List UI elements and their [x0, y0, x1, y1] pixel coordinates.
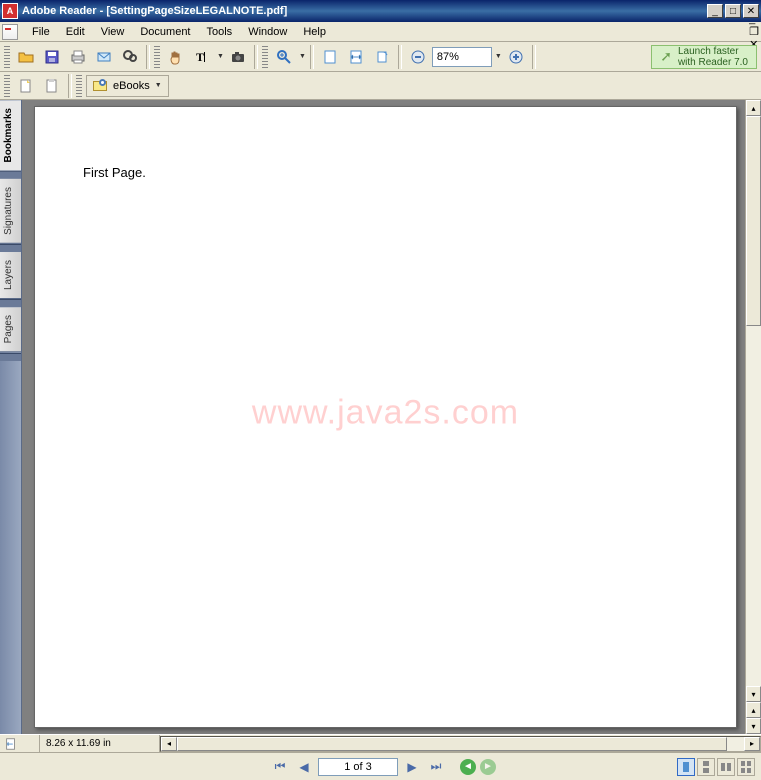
nav-back-button[interactable]: ◄ [460, 759, 476, 775]
nav-forward-button[interactable]: ► [480, 759, 496, 775]
scroll-track[interactable] [746, 116, 761, 686]
scroll-right-button[interactable]: ▸ [744, 737, 760, 751]
save-button[interactable] [40, 45, 64, 69]
continuous-view-button[interactable] [697, 758, 715, 776]
side-tab-bookmarks[interactable]: Bookmarks [0, 100, 21, 171]
page-size-text: 8.26 x 11.69 in [40, 735, 160, 752]
menu-bar: File Edit View Document Tools Window Hel… [0, 22, 761, 42]
ebooks-label: eBooks [113, 80, 150, 92]
promo-banner[interactable]: ➚ Launch fasterwith Reader 7.0 [651, 45, 757, 69]
menu-file[interactable]: File [24, 24, 58, 40]
last-page-button[interactable]: ⏭ [426, 757, 446, 777]
first-page-button[interactable]: ⏮ [270, 757, 290, 777]
next-page-button[interactable]: ▶ [402, 757, 422, 777]
pdf-page: First Page. www.java2s.com [34, 106, 737, 728]
side-tab-signatures[interactable]: Signatures [0, 179, 21, 244]
zoom-out-button[interactable] [406, 45, 430, 69]
mdi-restore-button[interactable]: ❐ [749, 25, 759, 38]
promo-text: Launch fasterwith Reader 7.0 [678, 46, 748, 68]
open-button[interactable] [14, 45, 38, 69]
toolbar-grip[interactable] [4, 75, 10, 97]
fit-width-button[interactable] [344, 45, 368, 69]
scroll-left-button[interactable]: ◂ [161, 737, 177, 751]
menu-window[interactable]: Window [240, 24, 295, 40]
single-page-view-button[interactable] [677, 758, 695, 776]
maximize-button[interactable]: □ [725, 4, 741, 18]
toolbar-grip[interactable] [262, 46, 268, 68]
mdi-minimize-button[interactable]: _ [749, 13, 759, 25]
info-bar: 8.26 x 11.69 in ◂ ▸ [0, 734, 761, 752]
vertical-scrollbar[interactable]: ▴ ▾ ▴ ▾ [745, 100, 761, 734]
document-scroll-area[interactable]: First Page. www.java2s.com [22, 100, 745, 734]
scroll-down-button[interactable]: ▾ [746, 686, 761, 702]
zoom-level-dropdown-icon[interactable]: ▼ [495, 53, 502, 60]
text-select-button[interactable]: T [190, 45, 214, 69]
new-doc-button[interactable] [14, 74, 38, 98]
side-tab-pages[interactable]: Pages [0, 307, 21, 352]
document-container: First Page. www.java2s.com ▴ ▾ ▴ ▾ [22, 100, 761, 734]
main-toolbar: T ▼ ▼ ▼ ➚ Launch fasterwith Reader 7.0 [0, 42, 761, 72]
horizontal-scrollbar[interactable]: ◂ ▸ [160, 736, 761, 752]
side-panel: Bookmarks Signatures Layers Pages [0, 100, 22, 734]
titlebar: A Adobe Reader - [SettingPageSizeLEGALNO… [0, 0, 761, 22]
search-button[interactable] [118, 45, 142, 69]
watermark-text: www.java2s.com [252, 394, 519, 433]
secondary-toolbar: eBooks ▼ [0, 72, 761, 100]
menu-help[interactable]: Help [295, 24, 334, 40]
snapshot-tool-button[interactable] [226, 45, 250, 69]
rotate-button[interactable] [370, 45, 394, 69]
scroll-thumb[interactable] [746, 116, 761, 326]
navigation-bar: ⏮ ◀ ▶ ⏭ ◄ ► [0, 752, 761, 780]
page-content-text: First Page. [83, 165, 688, 180]
info-icons [0, 735, 40, 752]
zoom-input[interactable] [432, 47, 492, 67]
facing-view-button[interactable] [717, 758, 735, 776]
scroll-up-button[interactable]: ▴ [746, 100, 761, 116]
ebooks-icon [93, 79, 109, 93]
hand-tool-button[interactable] [164, 45, 188, 69]
document-icon [2, 24, 18, 40]
app-icon: A [2, 3, 18, 19]
hscroll-thumb[interactable] [177, 737, 727, 751]
page-up-button[interactable]: ▴ [746, 702, 761, 718]
zoom-dropdown-icon[interactable]: ▼ [299, 53, 306, 60]
ebooks-button[interactable]: eBooks ▼ [86, 75, 169, 97]
ebooks-dropdown-icon: ▼ [155, 82, 162, 89]
main-area: Bookmarks Signatures Layers Pages First … [0, 100, 761, 734]
side-tab-divider [0, 353, 21, 361]
zoom-in-button[interactable] [272, 45, 296, 69]
hscroll-track[interactable] [177, 737, 744, 751]
zoom-plus-button[interactable] [504, 45, 528, 69]
fit-page-button[interactable] [318, 45, 342, 69]
clipboard-button[interactable] [40, 74, 64, 98]
prev-page-button[interactable]: ◀ [294, 757, 314, 777]
side-tab-layers[interactable]: Layers [0, 252, 21, 299]
continuous-facing-view-button[interactable] [737, 758, 755, 776]
page-number-input[interactable] [318, 758, 398, 776]
page-dims-icon [4, 737, 18, 751]
toolbar-grip[interactable] [4, 46, 10, 68]
page-down-button[interactable]: ▾ [746, 718, 761, 734]
promo-arrow-icon: ➚ [660, 48, 672, 65]
svg-text:T: T [196, 50, 204, 64]
select-dropdown-icon[interactable]: ▼ [217, 53, 224, 60]
menu-document[interactable]: Document [132, 24, 198, 40]
minimize-button[interactable]: _ [707, 4, 723, 18]
toolbar-grip[interactable] [76, 75, 82, 97]
menu-tools[interactable]: Tools [199, 24, 241, 40]
email-button[interactable] [92, 45, 116, 69]
window-title: Adobe Reader - [SettingPageSizeLEGALNOTE… [22, 5, 707, 17]
menu-edit[interactable]: Edit [58, 24, 93, 40]
menu-view[interactable]: View [93, 24, 133, 40]
print-button[interactable] [66, 45, 90, 69]
view-mode-toggles [677, 758, 755, 776]
toolbar-grip[interactable] [154, 46, 160, 68]
